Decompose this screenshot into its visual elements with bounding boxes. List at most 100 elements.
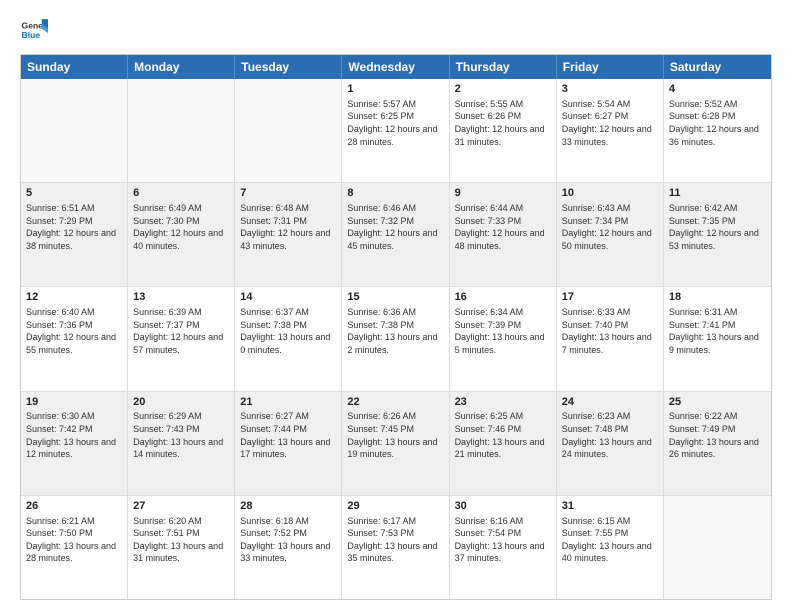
calendar-header-row: SundayMondayTuesdayWednesdayThursdayFrid… — [21, 55, 771, 79]
calendar-cell: 17Sunrise: 6:33 AMSunset: 7:40 PMDayligh… — [557, 287, 664, 390]
calendar-cell: 2Sunrise: 5:55 AMSunset: 6:26 PMDaylight… — [450, 79, 557, 182]
calendar-week-4: 19Sunrise: 6:30 AMSunset: 7:42 PMDayligh… — [21, 392, 771, 496]
day-number: 27 — [133, 499, 229, 514]
cell-info: Sunrise: 6:17 AMSunset: 7:53 PMDaylight:… — [347, 515, 443, 565]
day-number: 6 — [133, 186, 229, 201]
svg-text:Blue: Blue — [22, 30, 41, 40]
day-number: 5 — [26, 186, 122, 201]
calendar-cell — [128, 79, 235, 182]
cell-info: Sunrise: 6:18 AMSunset: 7:52 PMDaylight:… — [240, 515, 336, 565]
calendar-cell: 15Sunrise: 6:36 AMSunset: 7:38 PMDayligh… — [342, 287, 449, 390]
cell-info: Sunrise: 6:51 AMSunset: 7:29 PMDaylight:… — [26, 202, 122, 252]
day-number: 23 — [455, 395, 551, 410]
cell-info: Sunrise: 6:40 AMSunset: 7:36 PMDaylight:… — [26, 306, 122, 356]
cell-info: Sunrise: 6:33 AMSunset: 7:40 PMDaylight:… — [562, 306, 658, 356]
cell-info: Sunrise: 6:21 AMSunset: 7:50 PMDaylight:… — [26, 515, 122, 565]
calendar-cell: 14Sunrise: 6:37 AMSunset: 7:38 PMDayligh… — [235, 287, 342, 390]
calendar-cell: 12Sunrise: 6:40 AMSunset: 7:36 PMDayligh… — [21, 287, 128, 390]
day-number: 1 — [347, 82, 443, 97]
cell-info: Sunrise: 6:16 AMSunset: 7:54 PMDaylight:… — [455, 515, 551, 565]
cell-info: Sunrise: 6:48 AMSunset: 7:31 PMDaylight:… — [240, 202, 336, 252]
day-number: 26 — [26, 499, 122, 514]
day-number: 11 — [669, 186, 766, 201]
calendar-cell: 11Sunrise: 6:42 AMSunset: 7:35 PMDayligh… — [664, 183, 771, 286]
calendar-cell: 24Sunrise: 6:23 AMSunset: 7:48 PMDayligh… — [557, 392, 664, 495]
day-number: 15 — [347, 290, 443, 305]
calendar-cell: 4Sunrise: 5:52 AMSunset: 6:28 PMDaylight… — [664, 79, 771, 182]
day-number: 22 — [347, 395, 443, 410]
calendar-cell — [21, 79, 128, 182]
cell-info: Sunrise: 6:34 AMSunset: 7:39 PMDaylight:… — [455, 306, 551, 356]
cell-info: Sunrise: 6:29 AMSunset: 7:43 PMDaylight:… — [133, 410, 229, 460]
day-number: 3 — [562, 82, 658, 97]
calendar-week-3: 12Sunrise: 6:40 AMSunset: 7:36 PMDayligh… — [21, 287, 771, 391]
cell-info: Sunrise: 6:15 AMSunset: 7:55 PMDaylight:… — [562, 515, 658, 565]
calendar: SundayMondayTuesdayWednesdayThursdayFrid… — [20, 54, 772, 600]
cell-info: Sunrise: 6:30 AMSunset: 7:42 PMDaylight:… — [26, 410, 122, 460]
day-number: 29 — [347, 499, 443, 514]
calendar-cell: 27Sunrise: 6:20 AMSunset: 7:51 PMDayligh… — [128, 496, 235, 599]
cell-info: Sunrise: 6:44 AMSunset: 7:33 PMDaylight:… — [455, 202, 551, 252]
calendar-cell: 1Sunrise: 5:57 AMSunset: 6:25 PMDaylight… — [342, 79, 449, 182]
day-number: 20 — [133, 395, 229, 410]
day-number: 7 — [240, 186, 336, 201]
calendar-body: 1Sunrise: 5:57 AMSunset: 6:25 PMDaylight… — [21, 79, 771, 599]
day-header-monday: Monday — [128, 55, 235, 79]
calendar-cell: 25Sunrise: 6:22 AMSunset: 7:49 PMDayligh… — [664, 392, 771, 495]
cell-info: Sunrise: 6:43 AMSunset: 7:34 PMDaylight:… — [562, 202, 658, 252]
cell-info: Sunrise: 6:46 AMSunset: 7:32 PMDaylight:… — [347, 202, 443, 252]
cell-info: Sunrise: 6:36 AMSunset: 7:38 PMDaylight:… — [347, 306, 443, 356]
cell-info: Sunrise: 5:54 AMSunset: 6:27 PMDaylight:… — [562, 98, 658, 148]
logo: General Blue — [20, 16, 48, 44]
cell-info: Sunrise: 6:23 AMSunset: 7:48 PMDaylight:… — [562, 410, 658, 460]
calendar-cell: 19Sunrise: 6:30 AMSunset: 7:42 PMDayligh… — [21, 392, 128, 495]
cell-info: Sunrise: 5:52 AMSunset: 6:28 PMDaylight:… — [669, 98, 766, 148]
calendar-cell: 5Sunrise: 6:51 AMSunset: 7:29 PMDaylight… — [21, 183, 128, 286]
cell-info: Sunrise: 6:27 AMSunset: 7:44 PMDaylight:… — [240, 410, 336, 460]
calendar-cell: 22Sunrise: 6:26 AMSunset: 7:45 PMDayligh… — [342, 392, 449, 495]
calendar-cell: 21Sunrise: 6:27 AMSunset: 7:44 PMDayligh… — [235, 392, 342, 495]
day-header-thursday: Thursday — [450, 55, 557, 79]
cell-info: Sunrise: 6:37 AMSunset: 7:38 PMDaylight:… — [240, 306, 336, 356]
day-number: 14 — [240, 290, 336, 305]
day-number: 4 — [669, 82, 766, 97]
calendar-week-1: 1Sunrise: 5:57 AMSunset: 6:25 PMDaylight… — [21, 79, 771, 183]
cell-info: Sunrise: 6:49 AMSunset: 7:30 PMDaylight:… — [133, 202, 229, 252]
cell-info: Sunrise: 6:20 AMSunset: 7:51 PMDaylight:… — [133, 515, 229, 565]
cell-info: Sunrise: 6:42 AMSunset: 7:35 PMDaylight:… — [669, 202, 766, 252]
header: General Blue — [20, 16, 772, 44]
calendar-cell: 8Sunrise: 6:46 AMSunset: 7:32 PMDaylight… — [342, 183, 449, 286]
cell-info: Sunrise: 6:31 AMSunset: 7:41 PMDaylight:… — [669, 306, 766, 356]
day-number: 9 — [455, 186, 551, 201]
calendar-cell: 6Sunrise: 6:49 AMSunset: 7:30 PMDaylight… — [128, 183, 235, 286]
day-number: 24 — [562, 395, 658, 410]
day-number: 21 — [240, 395, 336, 410]
calendar-cell: 23Sunrise: 6:25 AMSunset: 7:46 PMDayligh… — [450, 392, 557, 495]
cell-info: Sunrise: 5:55 AMSunset: 6:26 PMDaylight:… — [455, 98, 551, 148]
day-number: 18 — [669, 290, 766, 305]
day-number: 19 — [26, 395, 122, 410]
cell-info: Sunrise: 6:22 AMSunset: 7:49 PMDaylight:… — [669, 410, 766, 460]
day-header-sunday: Sunday — [21, 55, 128, 79]
logo-icon: General Blue — [20, 16, 48, 44]
calendar-cell: 7Sunrise: 6:48 AMSunset: 7:31 PMDaylight… — [235, 183, 342, 286]
calendar-cell: 16Sunrise: 6:34 AMSunset: 7:39 PMDayligh… — [450, 287, 557, 390]
calendar-cell: 28Sunrise: 6:18 AMSunset: 7:52 PMDayligh… — [235, 496, 342, 599]
calendar-page: General Blue SundayMondayTuesdayWednesda… — [0, 0, 792, 612]
cell-info: Sunrise: 6:39 AMSunset: 7:37 PMDaylight:… — [133, 306, 229, 356]
calendar-cell: 9Sunrise: 6:44 AMSunset: 7:33 PMDaylight… — [450, 183, 557, 286]
day-number: 17 — [562, 290, 658, 305]
calendar-cell: 29Sunrise: 6:17 AMSunset: 7:53 PMDayligh… — [342, 496, 449, 599]
day-number: 8 — [347, 186, 443, 201]
calendar-cell — [235, 79, 342, 182]
day-number: 30 — [455, 499, 551, 514]
day-number: 25 — [669, 395, 766, 410]
calendar-cell — [664, 496, 771, 599]
calendar-cell: 31Sunrise: 6:15 AMSunset: 7:55 PMDayligh… — [557, 496, 664, 599]
day-header-friday: Friday — [557, 55, 664, 79]
calendar-cell: 18Sunrise: 6:31 AMSunset: 7:41 PMDayligh… — [664, 287, 771, 390]
calendar-cell: 20Sunrise: 6:29 AMSunset: 7:43 PMDayligh… — [128, 392, 235, 495]
cell-info: Sunrise: 6:26 AMSunset: 7:45 PMDaylight:… — [347, 410, 443, 460]
calendar-cell: 10Sunrise: 6:43 AMSunset: 7:34 PMDayligh… — [557, 183, 664, 286]
day-number: 13 — [133, 290, 229, 305]
